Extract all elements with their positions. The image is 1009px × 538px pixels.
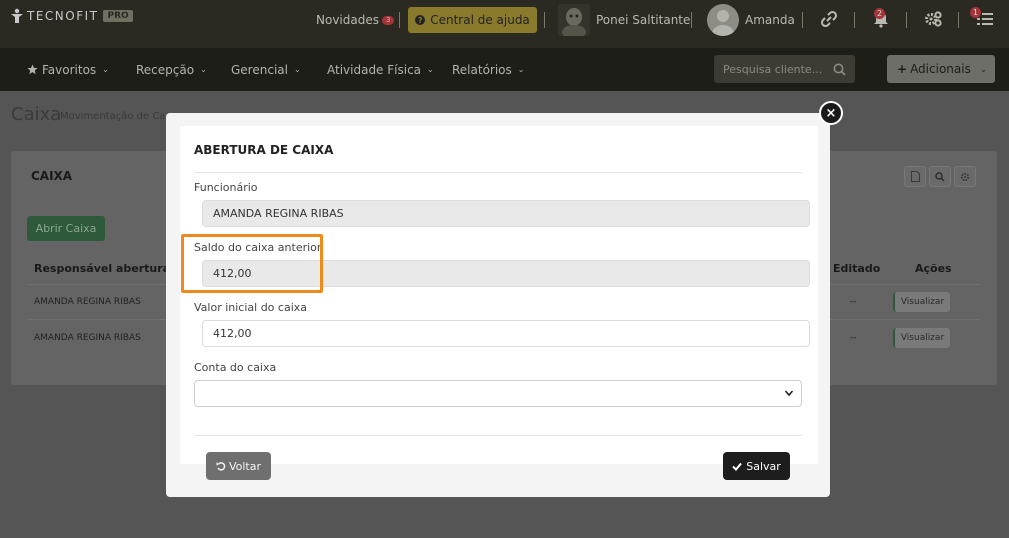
nav-favoritos[interactable]: Favoritos ⌄ bbox=[27, 48, 109, 91]
page-subtitle: Movimentação de Ca bbox=[60, 111, 166, 122]
open-cash-button[interactable]: Abrir Caixa bbox=[27, 216, 105, 241]
menu-count-badge: 1 bbox=[970, 7, 982, 18]
link-icon[interactable] bbox=[820, 10, 838, 28]
chevron-down-icon: ⌄ bbox=[517, 65, 525, 74]
chevron-down-icon: ⌄ bbox=[200, 65, 207, 74]
nav-gerencial[interactable]: Gerencial ⌄ bbox=[231, 48, 301, 91]
close-icon[interactable]: × bbox=[819, 101, 843, 125]
funcionario-field: AMANDA REGINA RIBAS bbox=[202, 200, 810, 227]
check-icon bbox=[732, 462, 742, 471]
chevron-down-icon: ⌄ bbox=[980, 64, 987, 74]
plus-icon: + bbox=[897, 62, 908, 76]
search-icon bbox=[935, 171, 945, 182]
client-search-input[interactable]: Pesquisa cliente... bbox=[714, 55, 855, 83]
top-bar: TECNOFIT PRO Novidades 3 ? Central de aj… bbox=[0, 0, 1009, 48]
chevron-down-icon: ⌄ bbox=[293, 65, 301, 74]
search-panel-button[interactable] bbox=[929, 166, 951, 187]
back-label: Voltar bbox=[228, 459, 262, 473]
help-center-label: Central de ajuda bbox=[430, 13, 530, 27]
cell-responsavel: AMANDA REGINA RIBAS bbox=[34, 333, 141, 343]
nav-recepcao[interactable]: Recepção ⌄ bbox=[136, 48, 207, 91]
chevron-down-icon: ⌄ bbox=[427, 65, 434, 74]
nav-label: Atividade Física bbox=[327, 62, 422, 77]
column-header-editado: Editado bbox=[833, 262, 881, 275]
nav-label: Relatórios bbox=[452, 62, 512, 77]
separator bbox=[691, 12, 692, 28]
nav-relatorios[interactable]: Relatórios ⌄ bbox=[452, 48, 524, 91]
add-label: Adicionais bbox=[910, 62, 971, 76]
gym-avatar[interactable] bbox=[558, 4, 590, 36]
gear-icon bbox=[960, 172, 970, 181]
undo-icon bbox=[216, 462, 226, 471]
panel-title: CAIXA bbox=[31, 169, 73, 183]
valor-inicial-input[interactable]: 412,00 bbox=[202, 320, 810, 347]
separator bbox=[399, 12, 400, 28]
modal-title: ABERTURA DE CAIXA bbox=[194, 143, 334, 157]
user-name[interactable]: Amanda bbox=[745, 0, 795, 40]
separator bbox=[544, 12, 545, 28]
separator bbox=[802, 12, 803, 28]
file-icon bbox=[910, 171, 920, 182]
add-dropdown-button[interactable]: + Adicionais ⌄ bbox=[887, 55, 995, 83]
tecnofit-logo[interactable]: TECNOFIT PRO bbox=[10, 8, 133, 24]
view-button[interactable]: Visualizar bbox=[893, 328, 950, 348]
funcionario-label: Funcionário bbox=[194, 181, 258, 194]
nav-atividade-fisica[interactable]: Atividade Física ⌄ bbox=[327, 48, 434, 91]
pony-avatar-icon bbox=[558, 4, 590, 36]
save-button[interactable]: Salvar bbox=[723, 452, 790, 480]
save-label: Salvar bbox=[746, 459, 781, 473]
news-label: Novidades bbox=[316, 13, 379, 27]
modal-body bbox=[180, 126, 818, 464]
search-icon[interactable] bbox=[833, 63, 846, 76]
page-title: Caixa bbox=[11, 104, 62, 125]
user-avatar[interactable] bbox=[707, 4, 739, 36]
logo-pro-badge: PRO bbox=[103, 10, 133, 22]
cell-editado: -- bbox=[850, 297, 857, 307]
gym-name[interactable]: Ponei Saltitante bbox=[596, 0, 690, 40]
logo-text: TECNOFIT bbox=[27, 9, 99, 23]
conta-caixa-label: Conta do caixa bbox=[194, 361, 277, 374]
panel-toolbar bbox=[904, 166, 976, 187]
modal-footer-divider bbox=[194, 435, 802, 436]
main-nav: Favoritos ⌄ Recepção ⌄ Gerencial ⌄ Ativi… bbox=[0, 48, 1009, 91]
question-icon: ? bbox=[415, 15, 426, 25]
column-header-responsavel: Responsável abertura bbox=[34, 262, 171, 275]
cell-editado: -- bbox=[850, 333, 857, 343]
logo-mark-icon bbox=[11, 8, 23, 23]
valor-inicial-label: Valor inicial do caixa bbox=[194, 301, 308, 314]
bell-count-badge: 2 bbox=[874, 8, 886, 19]
nav-label: Recepção bbox=[136, 62, 195, 77]
help-center-button[interactable]: ? Central de ajuda bbox=[408, 7, 537, 33]
star-icon bbox=[27, 64, 38, 75]
column-header-acoes: Ações bbox=[915, 262, 952, 275]
separator bbox=[854, 12, 855, 28]
back-button[interactable]: Voltar bbox=[206, 452, 271, 480]
separator bbox=[906, 12, 907, 28]
news-count-badge: 3 bbox=[381, 15, 395, 25]
nav-label: Gerencial bbox=[231, 62, 288, 77]
search-placeholder: Pesquisa cliente... bbox=[723, 62, 823, 76]
user-silhouette-icon bbox=[712, 10, 734, 36]
modal-header-divider bbox=[194, 172, 802, 173]
chevron-down-icon: ⌄ bbox=[102, 65, 109, 74]
news-link[interactable]: Novidades 3 bbox=[316, 0, 395, 40]
chevron-down-icon bbox=[784, 390, 794, 397]
conta-caixa-select[interactable] bbox=[194, 380, 802, 407]
panel-settings-button[interactable] bbox=[954, 166, 976, 187]
cell-responsavel: AMANDA REGINA RIBAS bbox=[34, 297, 141, 307]
settings-gears-icon[interactable] bbox=[924, 10, 942, 28]
export-file-button[interactable] bbox=[904, 166, 926, 187]
separator bbox=[958, 12, 959, 28]
highlight-box bbox=[181, 234, 323, 293]
nav-label: Favoritos bbox=[42, 62, 97, 77]
view-button[interactable]: Visualizar bbox=[893, 292, 950, 312]
